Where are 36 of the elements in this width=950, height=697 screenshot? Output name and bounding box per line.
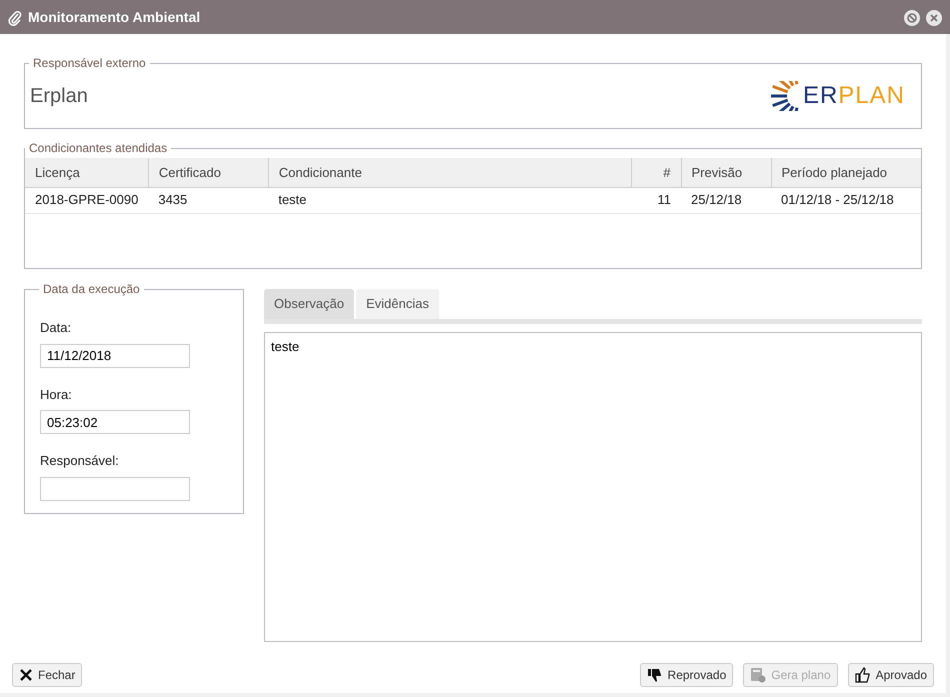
action-button[interactable]: Aprovado — [848, 663, 934, 687]
column-header: Previsão — [681, 158, 771, 187]
input-field[interactable]: 05:23:02 — [40, 410, 190, 434]
close-icon[interactable] — [926, 7, 942, 27]
table-cell: 3435 — [148, 187, 268, 213]
column-header: Condicionante — [268, 158, 631, 187]
calculator-icon — [750, 667, 766, 683]
company-name: Erplan — [30, 84, 88, 109]
column-header: Certificado — [148, 158, 268, 187]
field-label: Data: — [40, 319, 72, 337]
table-cell: teste — [268, 187, 631, 213]
column-header: Licença — [25, 158, 148, 187]
column-header: Período planejado — [771, 158, 921, 187]
close-icon — [19, 668, 33, 682]
input-field[interactable]: 11/12/2018 — [40, 344, 190, 368]
tab[interactable]: Evidências — [356, 289, 439, 319]
table-cell: 11 — [631, 187, 681, 213]
observation-field[interactable]: teste — [264, 332, 922, 642]
field-label: Responsável: — [40, 452, 120, 470]
minimize-icon[interactable] — [904, 7, 920, 27]
logo-text: ERPLAN — [802, 81, 905, 111]
section-legend: Data da execução — [39, 282, 144, 296]
column-header: # — [631, 158, 681, 187]
action-button[interactable]: Reprovado — [640, 663, 734, 687]
thumbs-up-icon — [854, 667, 871, 683]
field-label: Hora: — [40, 386, 73, 404]
table-cell: 2018-GPRE-0090 — [25, 187, 148, 213]
tab[interactable]: Observação — [264, 289, 354, 319]
section-legend: Condicionantes atendidas — [25, 141, 172, 155]
section-legend: Responsável externo — [29, 56, 150, 70]
input-field[interactable] — [40, 476, 190, 500]
table-cell: 01/12/18 - 25/12/18 — [771, 187, 921, 213]
thumbs-down-icon — [646, 667, 663, 683]
table-cell: 25/12/18 — [681, 187, 771, 213]
action-button[interactable]: Fechar — [12, 663, 82, 687]
window-title: Monitoramento Ambiental — [28, 8, 200, 26]
